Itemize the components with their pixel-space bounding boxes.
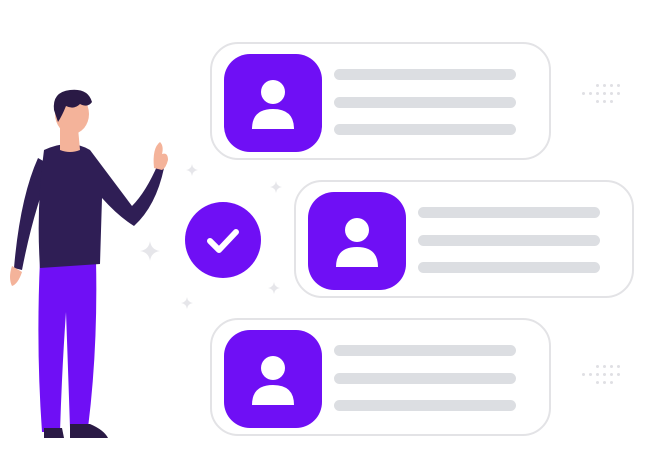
profile-avatar-1 <box>224 54 322 152</box>
dot <box>610 373 613 376</box>
dot <box>596 100 599 103</box>
dot <box>610 92 613 95</box>
dot <box>603 100 606 103</box>
placeholder-line <box>334 373 516 384</box>
dot <box>617 92 620 95</box>
dot <box>603 381 606 384</box>
dot <box>603 365 606 368</box>
dot <box>617 373 620 376</box>
sparkle-icon <box>270 180 282 193</box>
placeholder-line <box>418 262 600 273</box>
dot <box>610 381 613 384</box>
dot <box>610 365 613 368</box>
dot <box>603 373 606 376</box>
dot <box>589 373 592 376</box>
dot <box>582 92 585 95</box>
dot <box>596 84 599 87</box>
dot <box>596 92 599 95</box>
profile-avatar-3 <box>224 330 322 428</box>
dot <box>596 381 599 384</box>
person-pants <box>38 260 97 432</box>
dot <box>610 100 613 103</box>
placeholder-line <box>334 400 516 411</box>
placeholder-line <box>334 69 516 80</box>
profile-avatar-2 <box>308 192 406 290</box>
dot <box>596 373 599 376</box>
profile-card-2 <box>294 180 634 298</box>
dot <box>603 84 606 87</box>
dot-grid-bottom <box>582 365 626 389</box>
person-shoe-right <box>70 424 108 438</box>
user-icon <box>336 218 378 267</box>
sparkle-icon <box>268 281 280 294</box>
dot <box>603 92 606 95</box>
illustration-canvas <box>0 0 656 474</box>
profile-card-1 <box>210 42 551 160</box>
placeholder-line <box>418 235 600 246</box>
placeholder-line <box>334 345 516 356</box>
placeholder-line <box>418 207 600 218</box>
dot <box>610 84 613 87</box>
placeholder-line <box>334 124 516 135</box>
person-raised-hand <box>153 142 168 170</box>
dot <box>617 365 620 368</box>
dot-grid-top <box>582 84 626 108</box>
dot <box>582 373 585 376</box>
profile-card-3 <box>210 318 551 436</box>
person-figure <box>10 89 168 438</box>
person-shirt <box>38 144 164 268</box>
user-icon <box>252 356 294 405</box>
dot <box>589 92 592 95</box>
person-shoe-left <box>44 428 64 438</box>
placeholder-line <box>334 97 516 108</box>
user-icon <box>252 80 294 129</box>
dot <box>617 84 620 87</box>
dot <box>596 365 599 368</box>
